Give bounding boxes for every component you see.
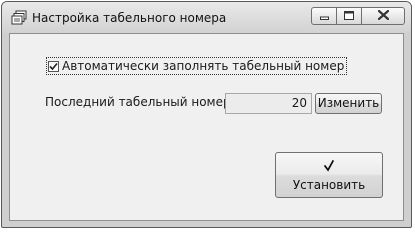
close-icon <box>376 9 390 23</box>
auto-fill-option[interactable]: Автоматически заполнять табельный номер <box>46 57 348 75</box>
last-number-field: 20 <box>225 93 312 114</box>
stack-of-cards-icon <box>11 10 27 26</box>
title-bar[interactable]: Настройка табельного номера <box>2 2 411 33</box>
install-button-label: Установить <box>292 177 366 192</box>
change-button[interactable]: Изменить <box>315 93 382 114</box>
dialog-window: Настройка табельного номера Автоматическ… <box>1 1 412 228</box>
close-button[interactable] <box>361 7 405 25</box>
maximize-icon <box>344 9 354 23</box>
install-button[interactable]: Установить <box>275 152 383 198</box>
last-number-label: Последний табельный номер <box>45 95 231 109</box>
maximize-button[interactable] <box>336 7 361 25</box>
window-title: Настройка табельного номера <box>32 11 227 25</box>
auto-fill-checkbox[interactable] <box>48 60 59 72</box>
window-controls <box>311 7 405 25</box>
checkmark-icon <box>49 62 58 70</box>
minimize-icon <box>319 9 329 23</box>
checkmark-icon <box>322 159 336 173</box>
auto-fill-label: Автоматически заполнять табельный номер <box>62 59 345 73</box>
dialog-content: Автоматически заполнять табельный номер … <box>9 33 404 221</box>
minimize-button[interactable] <box>311 7 336 25</box>
